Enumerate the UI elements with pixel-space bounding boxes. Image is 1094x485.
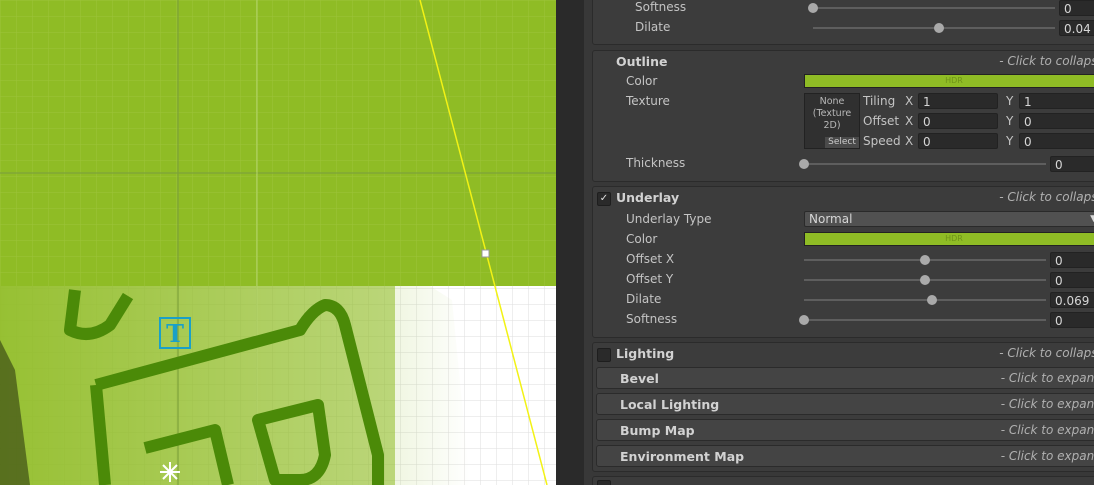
face-section: Softness 0 Dilate 0.04 — [592, 0, 1094, 45]
speed-y-field[interactable]: 0 — [1019, 133, 1094, 149]
lighting-title[interactable]: Lighting — [616, 346, 674, 361]
underlay-offset-y-slider[interactable] — [804, 275, 1046, 285]
outline-title[interactable]: Outline — [616, 54, 667, 69]
speed-y-label: Y — [1006, 134, 1014, 148]
lighting-section: Lighting - Click to collapse - Bevel - C… — [592, 342, 1094, 472]
pivot-icon — [160, 462, 180, 482]
offset-y-field[interactable]: 0 — [1019, 113, 1094, 129]
underlay-offset-y-field[interactable]: 0 — [1050, 272, 1094, 288]
face-dilate-slider[interactable] — [813, 23, 1055, 33]
slider-knob[interactable] — [920, 275, 930, 285]
slider-knob[interactable] — [799, 315, 809, 325]
underlay-dilate-field[interactable]: 0.069 — [1050, 292, 1094, 308]
local-lighting-expand-hint: - Click to expand - — [1000, 397, 1094, 411]
chevron-down-icon: ▼ — [1090, 214, 1094, 224]
face-softness-slider[interactable] — [808, 3, 1055, 13]
tiling-x-label: X — [905, 94, 914, 108]
bump-map-expand-hint: - Click to expand - — [1000, 423, 1094, 437]
bevel-panel[interactable]: Bevel - Click to expand - — [596, 367, 1094, 389]
bevel-title: Bevel — [620, 371, 659, 386]
tiling-y-field[interactable]: 1 — [1019, 93, 1094, 109]
underlay-section: ✓ Underlay - Click to collapse - Underla… — [592, 186, 1094, 338]
texture-thumb-line: None — [819, 96, 845, 107]
outline-section: Outline - Click to collapse - Color HDR … — [592, 50, 1094, 182]
scene-canvas[interactable]: T — [0, 0, 556, 485]
bump-map-title: Bump Map — [620, 423, 695, 438]
offset-y-label: Y — [1006, 114, 1014, 128]
panel-divider — [556, 0, 584, 485]
underlay-type-dropdown[interactable]: Normal ▼ — [804, 211, 1094, 227]
face-softness-label: Softness — [635, 0, 687, 14]
face-dilate-label: Dilate — [635, 20, 671, 34]
texture-thumbnail[interactable]: None (Texture 2D) Select — [804, 93, 860, 149]
underlay-softness-label: Softness — [626, 312, 678, 326]
offset-label: Offset — [863, 114, 900, 128]
underlay-checkbox[interactable]: ✓ — [597, 192, 611, 206]
bump-map-panel[interactable]: Bump Map - Click to expand - — [596, 419, 1094, 441]
material-inspector: Softness 0 Dilate 0.04 Outline - Click t… — [584, 0, 1094, 485]
tiling-label: Tiling — [863, 94, 896, 108]
next-section-checkbox[interactable] — [597, 480, 611, 485]
speed-x-label: X — [905, 134, 914, 148]
face-dilate-field[interactable]: 0.04 — [1059, 20, 1094, 36]
environment-map-panel[interactable]: Environment Map - Click to expand - — [596, 445, 1094, 467]
thickness-label: Thickness — [626, 156, 686, 170]
environment-map-title: Environment Map — [620, 449, 745, 464]
outline-color-label: Color — [626, 74, 658, 88]
thickness-field[interactable]: 0 — [1050, 156, 1094, 172]
tiling-x-field[interactable]: 1 — [918, 93, 998, 109]
outline-color-field[interactable]: HDR — [804, 74, 1094, 88]
texture-thumb-line: (Texture — [812, 108, 852, 119]
underlay-offset-x-slider[interactable] — [804, 255, 1046, 265]
slider-knob[interactable] — [933, 23, 944, 33]
face-softness-field[interactable]: 0 — [1059, 0, 1094, 16]
tiling-y-label: Y — [1006, 94, 1014, 108]
scene-view[interactable]: T — [0, 0, 556, 485]
underlay-collapse-hint[interactable]: - Click to collapse - — [999, 190, 1094, 204]
lighting-checkbox[interactable] — [597, 348, 611, 362]
outline-collapse-hint[interactable]: - Click to collapse - — [999, 54, 1094, 68]
thickness-slider[interactable] — [799, 159, 1046, 169]
underlay-dilate-slider[interactable] — [804, 295, 1046, 305]
slider-knob[interactable] — [799, 159, 809, 169]
local-lighting-title: Local Lighting — [620, 397, 720, 412]
underlay-offset-x-label: Offset X — [626, 252, 675, 266]
texture-select-button[interactable]: Select — [825, 137, 859, 148]
speed-x-field[interactable]: 0 — [918, 133, 998, 149]
offset-x-field[interactable]: 0 — [918, 113, 998, 129]
text-tool-letter: T — [166, 319, 184, 348]
speed-label: Speed — [863, 134, 901, 148]
underlay-offset-y-label: Offset Y — [626, 272, 674, 286]
slider-knob[interactable] — [920, 255, 930, 265]
lighting-collapse-hint[interactable]: - Click to collapse - — [999, 346, 1094, 360]
local-lighting-panel[interactable]: Local Lighting - Click to expand - — [596, 393, 1094, 415]
slider-knob[interactable] — [927, 295, 938, 305]
underlay-offset-x-field[interactable]: 0 — [1050, 252, 1094, 268]
underlay-color-label: Color — [626, 232, 658, 246]
outline-texture-label: Texture — [626, 94, 670, 108]
environment-map-expand-hint: - Click to expand - — [1000, 449, 1094, 463]
next-section — [592, 476, 1094, 485]
underlay-color-field[interactable]: HDR — [804, 232, 1094, 246]
slider-knob[interactable] — [808, 3, 818, 13]
gizmo-handle[interactable] — [481, 249, 490, 258]
bevel-expand-hint: - Click to expand - — [1000, 371, 1094, 385]
texture-thumb-line: 2D) — [823, 120, 841, 131]
underlay-dilate-label: Dilate — [626, 292, 662, 306]
underlay-title[interactable]: Underlay — [616, 190, 679, 205]
underlay-softness-field[interactable]: 0 — [1050, 312, 1094, 328]
offset-x-label: X — [905, 114, 914, 128]
underlay-type-value: Normal — [809, 212, 853, 226]
underlay-type-label: Underlay Type — [626, 212, 712, 226]
underlay-softness-slider[interactable] — [799, 315, 1046, 325]
